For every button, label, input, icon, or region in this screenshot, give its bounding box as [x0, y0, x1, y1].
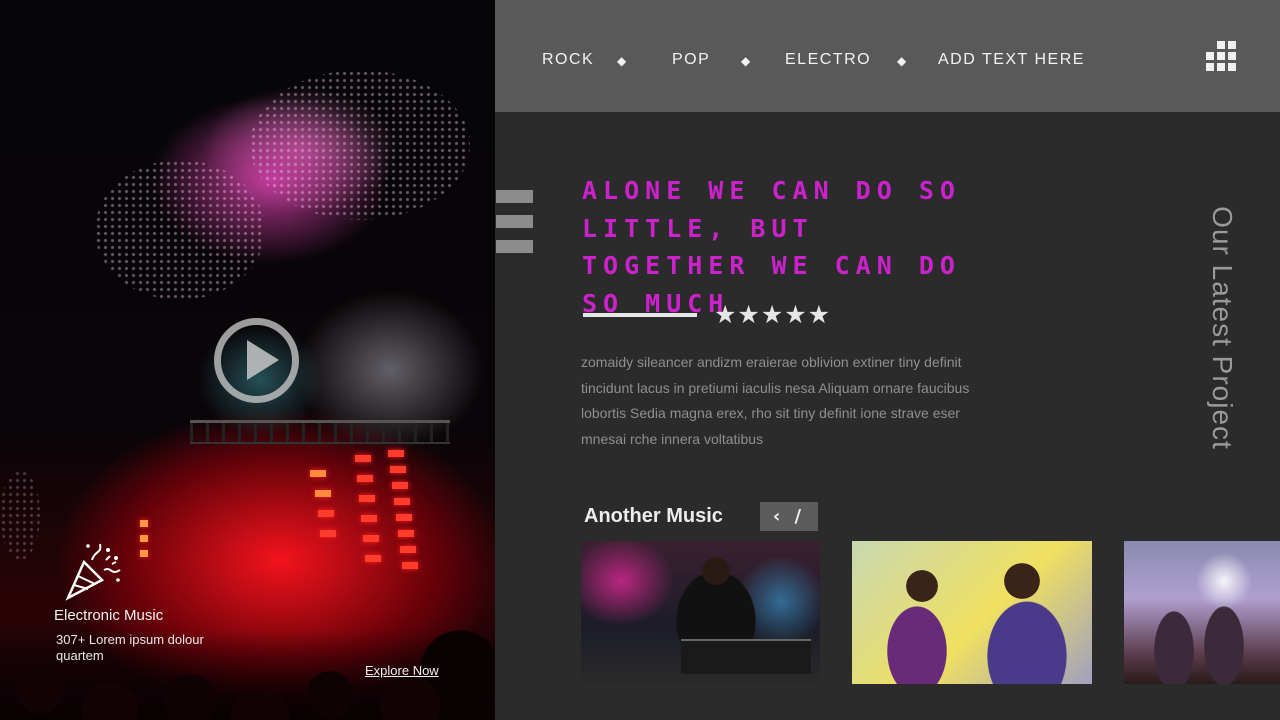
firework-sparks [95, 160, 265, 300]
nav-item-electro[interactable]: ELECTRO [785, 51, 871, 69]
hero-title: Electronic Music [54, 607, 164, 624]
firework-sparks [250, 70, 470, 220]
play-button[interactable] [214, 318, 299, 403]
hero-description: 307+ Lorem ipsum dolour quartem [56, 632, 204, 663]
nav-item-pop[interactable]: POP [672, 51, 710, 69]
city-lights [0, 470, 40, 560]
play-icon [247, 340, 279, 380]
nav-separator-diamond: ◆ [897, 54, 907, 68]
party-popper-icon [65, 543, 121, 601]
vertical-section-title: Our Latest Project [1207, 206, 1238, 450]
music-thumbnail-dj[interactable] [581, 541, 820, 684]
grid-menu-icon[interactable] [1206, 41, 1236, 71]
hero-concert-image: Electronic Music 307+ Lorem ipsum dolour… [0, 0, 495, 720]
explore-now-link[interactable]: Explore Now [365, 663, 439, 678]
concert-stage [140, 420, 450, 580]
nav-item-rock[interactable]: ROCK [542, 51, 594, 69]
divider-line [583, 313, 697, 317]
another-music-heading: Another Music [584, 505, 723, 527]
top-navigation-bar [495, 0, 1280, 112]
nav-item-add-text[interactable]: ADD TEXT HERE [938, 51, 1085, 69]
hamburger-menu-icon[interactable] [496, 190, 533, 254]
music-thumbnail-band[interactable] [1124, 541, 1280, 684]
nav-separator-diamond: ◆ [617, 54, 627, 68]
nav-separator-diamond: ◆ [741, 54, 751, 68]
carousel-prev-button[interactable]: ‹ / [760, 502, 818, 531]
star-rating: ★★★★★ [714, 300, 832, 329]
music-thumbnail-singers[interactable] [852, 541, 1092, 684]
body-paragraph: zomaidy sileancer andizm eraierae oblivi… [581, 354, 970, 447]
